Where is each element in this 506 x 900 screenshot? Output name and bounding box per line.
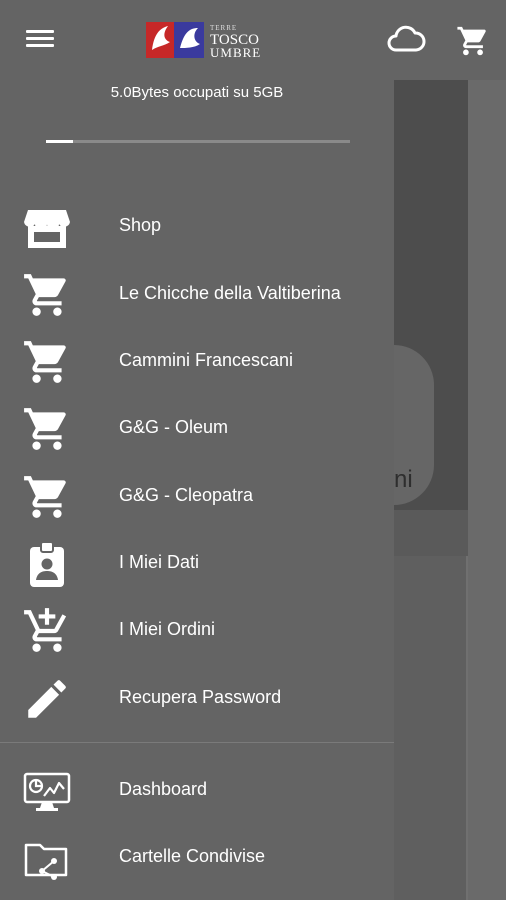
menu-item-label: Shop [119, 215, 162, 235]
background-panel [394, 556, 468, 900]
cart-icon [24, 274, 66, 316]
storage-usage-text: 5.0Bytes occupati su 5GB [110, 84, 284, 101]
menu-item-label: I Miei Dati [119, 552, 200, 572]
cloud-icon[interactable] [386, 24, 426, 56]
menu-item-shop[interactable]: Shop [0, 196, 394, 256]
svg-text:UMBRE: UMBRE [210, 45, 261, 60]
svg-text:TERRE: TERRE [210, 24, 237, 32]
menu-item-label: Dashboard [119, 779, 208, 799]
menu-item-dashboard[interactable]: Dashboard [0, 760, 394, 820]
navigation-drawer: 5.0Bytes occupati su 5GB Shop Le Chicche… [0, 80, 394, 900]
contact-badge-icon [30, 541, 64, 587]
cart-icon [24, 341, 66, 383]
terre-tosco-umbre-logo: TERRE TOSCO UMBRE [146, 22, 261, 60]
menu-item-label: Cammini Francescani [119, 350, 294, 370]
menu-divider [0, 742, 394, 743]
menu-item-miei-ordini[interactable]: I Miei Ordini [0, 600, 394, 660]
menu-item-gg-cleopatra[interactable]: G&G - Cleopatra [0, 466, 394, 526]
menu-item-gg-oleum[interactable]: G&G - Oleum [0, 398, 394, 458]
menu-item-chicche-valtiberina[interactable]: Le Chicche della Valtiberina [0, 264, 394, 324]
cart-icon [24, 476, 66, 518]
menu-item-label: G&G - Oleum [119, 417, 229, 437]
menu-item-cammini-francescani[interactable]: Cammini Francescani [0, 331, 394, 391]
cart-icon [24, 408, 66, 450]
pencil-icon [28, 680, 66, 718]
menu-item-miei-dati[interactable]: I Miei Dati [0, 533, 394, 593]
cart-plus-icon [24, 608, 67, 652]
cart-icon[interactable] [456, 24, 490, 58]
menu-item-recupera-password[interactable]: Recupera Password [0, 668, 394, 728]
background-text: ni [394, 466, 413, 493]
menu-icon[interactable] [22, 26, 58, 54]
storage-progress-bar [46, 140, 350, 143]
store-icon [24, 210, 70, 248]
app-bar: TERRE TOSCO UMBRE [0, 0, 506, 80]
dashboard-monitor-icon [23, 772, 71, 811]
menu-item-label: Cartelle Condivise [119, 846, 266, 866]
menu-item-label: Recupera Password [119, 687, 282, 707]
shared-folder-icon [24, 843, 68, 880]
menu-item-label: I Miei Ordini [119, 619, 216, 639]
menu-item-label: Le Chicche della Valtiberina [119, 283, 341, 303]
storage-progress-fill [46, 140, 74, 143]
menu-item-label: G&G - Cleopatra [119, 485, 254, 505]
menu-item-cartelle-condivise[interactable]: Cartelle Condivise [0, 827, 394, 887]
